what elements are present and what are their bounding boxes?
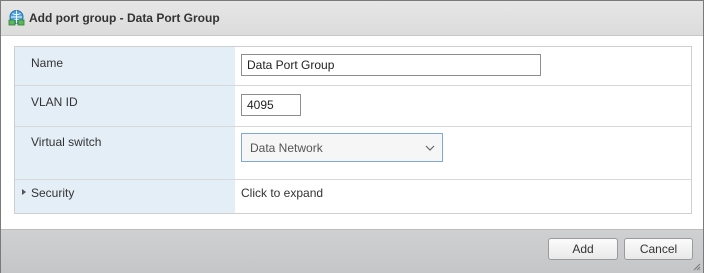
virtual-switch-select[interactable]: Data Network — [241, 133, 443, 162]
name-input[interactable] — [241, 54, 541, 76]
virtual-switch-selected: Data Network — [250, 141, 323, 155]
dialog-body: Name VLAN ID Virtual switch Data Network — [1, 36, 703, 229]
security-label[interactable]: Security — [31, 186, 74, 200]
security-expand-hint[interactable]: Click to expand — [241, 186, 323, 200]
cancel-button[interactable]: Cancel — [624, 238, 693, 260]
expand-arrow-icon[interactable] — [20, 188, 28, 196]
chevron-down-icon — [425, 145, 435, 151]
form-row-name: Name — [15, 47, 691, 86]
port-group-form: Name VLAN ID Virtual switch Data Network — [14, 46, 692, 214]
vlan-id-label: VLAN ID — [31, 95, 78, 109]
add-button[interactable]: Add — [548, 238, 618, 260]
form-row-security[interactable]: Security Click to expand — [15, 180, 691, 213]
dialog-titlebar[interactable]: Add port group - Data Port Group — [1, 1, 703, 36]
dialog-title: Add port group - Data Port Group — [29, 11, 220, 25]
resize-grip-icon[interactable] — [693, 263, 701, 271]
network-portgroup-icon — [8, 10, 25, 26]
virtual-switch-label: Virtual switch — [31, 135, 102, 149]
form-row-vlan-id: VLAN ID — [15, 86, 691, 127]
dialog-footer: Add Cancel — [1, 229, 703, 273]
add-port-group-dialog: Add port group - Data Port Group Name VL… — [0, 0, 704, 273]
vlan-id-input[interactable] — [241, 94, 301, 116]
form-row-virtual-switch: Virtual switch Data Network — [15, 127, 691, 180]
name-label: Name — [31, 56, 64, 70]
